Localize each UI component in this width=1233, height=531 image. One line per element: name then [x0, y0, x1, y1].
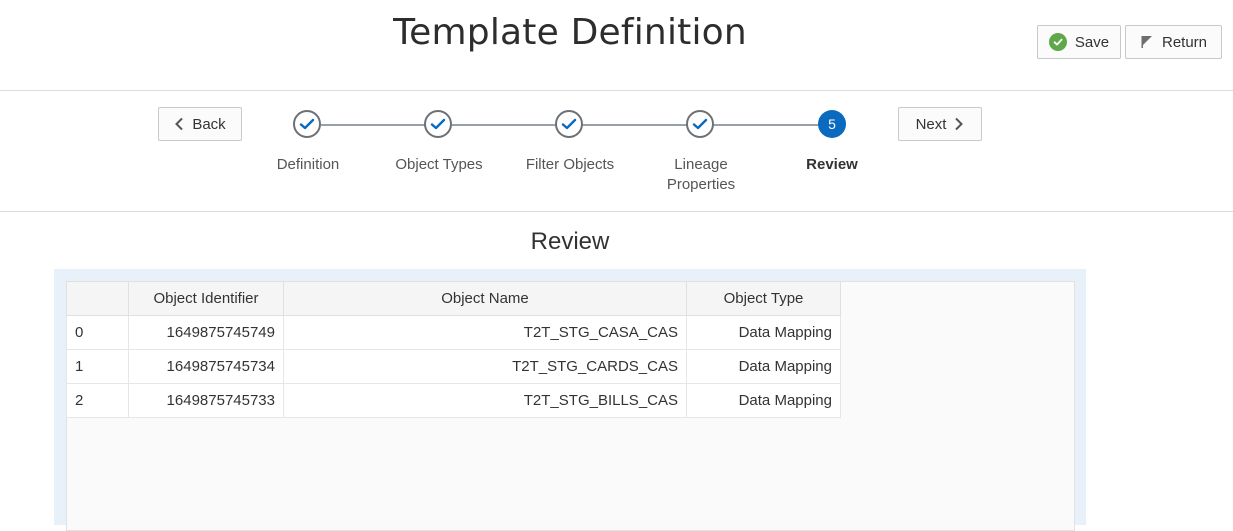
table-row[interactable]: 1 1649875745734 T2T_STG_CARDS_CAS Data M…: [66, 349, 841, 384]
column-header-object-type[interactable]: Object Type: [686, 281, 841, 316]
train-navigation: Back 5 Definition Object Types Filter Ob…: [0, 91, 1233, 212]
step-label-line: Lineage: [674, 156, 728, 173]
row-index: 0: [66, 315, 129, 350]
review-panel: Object Identifier Object Name Object Typ…: [54, 269, 1086, 531]
step-connector: [452, 124, 556, 126]
chevron-left-icon: [174, 117, 184, 131]
step-object-types-indicator[interactable]: [424, 110, 452, 138]
column-header-index[interactable]: [66, 281, 129, 316]
review-table: Object Identifier Object Name Object Typ…: [66, 281, 841, 418]
table-row[interactable]: 2 1649875745733 T2T_STG_BILLS_CAS Data M…: [66, 383, 841, 418]
checkmark-icon: [430, 118, 446, 130]
step-lineage-properties-label[interactable]: Lineage Properties: [636, 155, 766, 195]
step-definition-indicator[interactable]: [293, 110, 321, 138]
step-review-label[interactable]: Review: [767, 155, 897, 175]
save-button[interactable]: Save: [1037, 25, 1121, 59]
back-button[interactable]: Back: [158, 107, 242, 141]
table-row[interactable]: 0 1649875745749 T2T_STG_CASA_CAS Data Ma…: [66, 315, 841, 350]
step-definition-label[interactable]: Definition: [243, 155, 373, 175]
review-section-title: Review: [530, 228, 610, 255]
row-index: 1: [66, 349, 129, 384]
step-connector: [714, 124, 818, 126]
object-name-cell: T2T_STG_CARDS_CAS: [283, 349, 687, 384]
step-label-line: Properties: [666, 176, 736, 193]
object-name-cell: T2T_STG_CASA_CAS: [283, 315, 687, 350]
step-object-types-label[interactable]: Object Types: [374, 155, 504, 175]
object-identifier-cell: 1649875745749: [128, 315, 284, 350]
return-button-label: Return: [1161, 33, 1208, 51]
review-table-container: Object Identifier Object Name Object Typ…: [66, 281, 1075, 531]
step-review-indicator[interactable]: 5: [818, 110, 846, 138]
step-filter-objects-indicator[interactable]: [555, 110, 583, 138]
next-button[interactable]: Next: [898, 107, 982, 141]
object-identifier-cell: 1649875745733: [128, 383, 284, 418]
return-button[interactable]: Return: [1125, 25, 1222, 59]
page-header: Template Definition Save Return: [0, 0, 1233, 91]
page-title: Template Definition: [393, 12, 747, 53]
flag-icon: [1140, 35, 1154, 49]
save-button-label: Save: [1074, 33, 1110, 51]
next-button-label: Next: [915, 115, 947, 133]
step-connector: [583, 124, 687, 126]
column-header-object-name[interactable]: Object Name: [283, 281, 687, 316]
object-name-cell: T2T_STG_BILLS_CAS: [283, 383, 687, 418]
chevron-right-icon: [954, 117, 964, 131]
row-index: 2: [66, 383, 129, 418]
checkmark-icon: [299, 118, 315, 130]
back-button-label: Back: [192, 115, 226, 133]
step-lineage-properties-indicator[interactable]: [686, 110, 714, 138]
object-type-cell: Data Mapping: [686, 349, 841, 384]
checkmark-icon: [692, 118, 708, 130]
object-identifier-cell: 1649875745734: [128, 349, 284, 384]
step-connector: [321, 124, 425, 126]
table-header-row: Object Identifier Object Name Object Typ…: [66, 281, 841, 316]
check-circle-icon: [1048, 33, 1067, 51]
checkmark-icon: [561, 118, 577, 130]
column-header-object-identifier[interactable]: Object Identifier: [128, 281, 284, 316]
step-filter-objects-label[interactable]: Filter Objects: [505, 155, 635, 175]
object-type-cell: Data Mapping: [686, 383, 841, 418]
step-number: 5: [828, 116, 836, 132]
object-type-cell: Data Mapping: [686, 315, 841, 350]
